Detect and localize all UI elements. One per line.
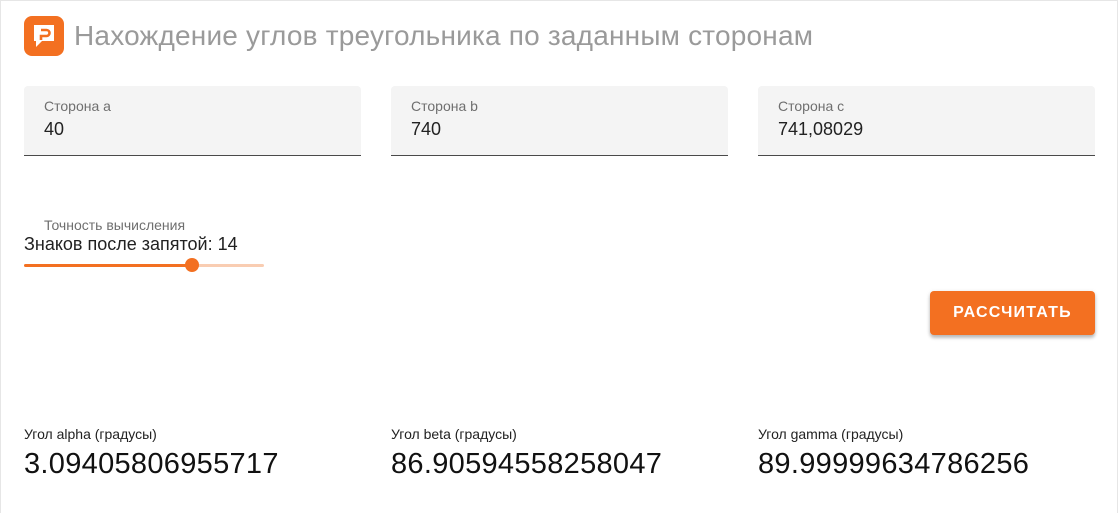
side-a-input[interactable]	[44, 119, 334, 140]
side-b-field[interactable]: Сторона b	[391, 86, 728, 156]
result-gamma-value: 89.99999634786256	[758, 448, 1030, 480]
precision-slider[interactable]	[24, 258, 264, 272]
precision-caption: Точность вычисления	[44, 217, 186, 233]
calculate-button[interactable]: РАССЧИТАТЬ	[930, 291, 1095, 335]
side-c-field[interactable]: Сторона c	[758, 86, 1095, 156]
slider-track-active	[24, 264, 192, 267]
side-b-label: Сторона b	[411, 98, 478, 114]
orange-chat-logo-icon	[24, 16, 64, 56]
side-a-field[interactable]: Сторона a	[24, 86, 361, 156]
result-alpha: Угол alpha (градусы) 3.09405806955717	[24, 426, 279, 481]
side-c-label: Сторона c	[778, 98, 845, 114]
side-a-label: Сторона a	[44, 98, 111, 114]
slider-thumb[interactable]	[185, 258, 199, 272]
result-gamma-label: Угол gamma (градусы)	[758, 426, 904, 442]
page-title: Нахождение углов треугольника по заданны…	[74, 20, 814, 51]
calculator-card: Нахождение углов треугольника по заданны…	[0, 0, 1118, 513]
side-c-input[interactable]	[778, 119, 1068, 140]
result-gamma: Угол gamma (градусы) 89.99999634786256	[758, 426, 1029, 481]
result-beta: Угол beta (градусы) 86.90594558258047	[391, 426, 662, 481]
result-alpha-label: Угол alpha (градусы)	[24, 426, 157, 442]
precision-value-text: Знаков после запятой: 14	[24, 234, 238, 254]
result-alpha-value: 3.09405806955717	[24, 448, 279, 480]
slider-track-rest	[192, 264, 264, 267]
side-b-input[interactable]	[411, 119, 701, 140]
page-header: Нахождение углов треугольника по заданны…	[24, 16, 813, 56]
result-beta-label: Угол beta (градусы)	[391, 426, 517, 442]
result-beta-value: 86.90594558258047	[391, 448, 663, 480]
